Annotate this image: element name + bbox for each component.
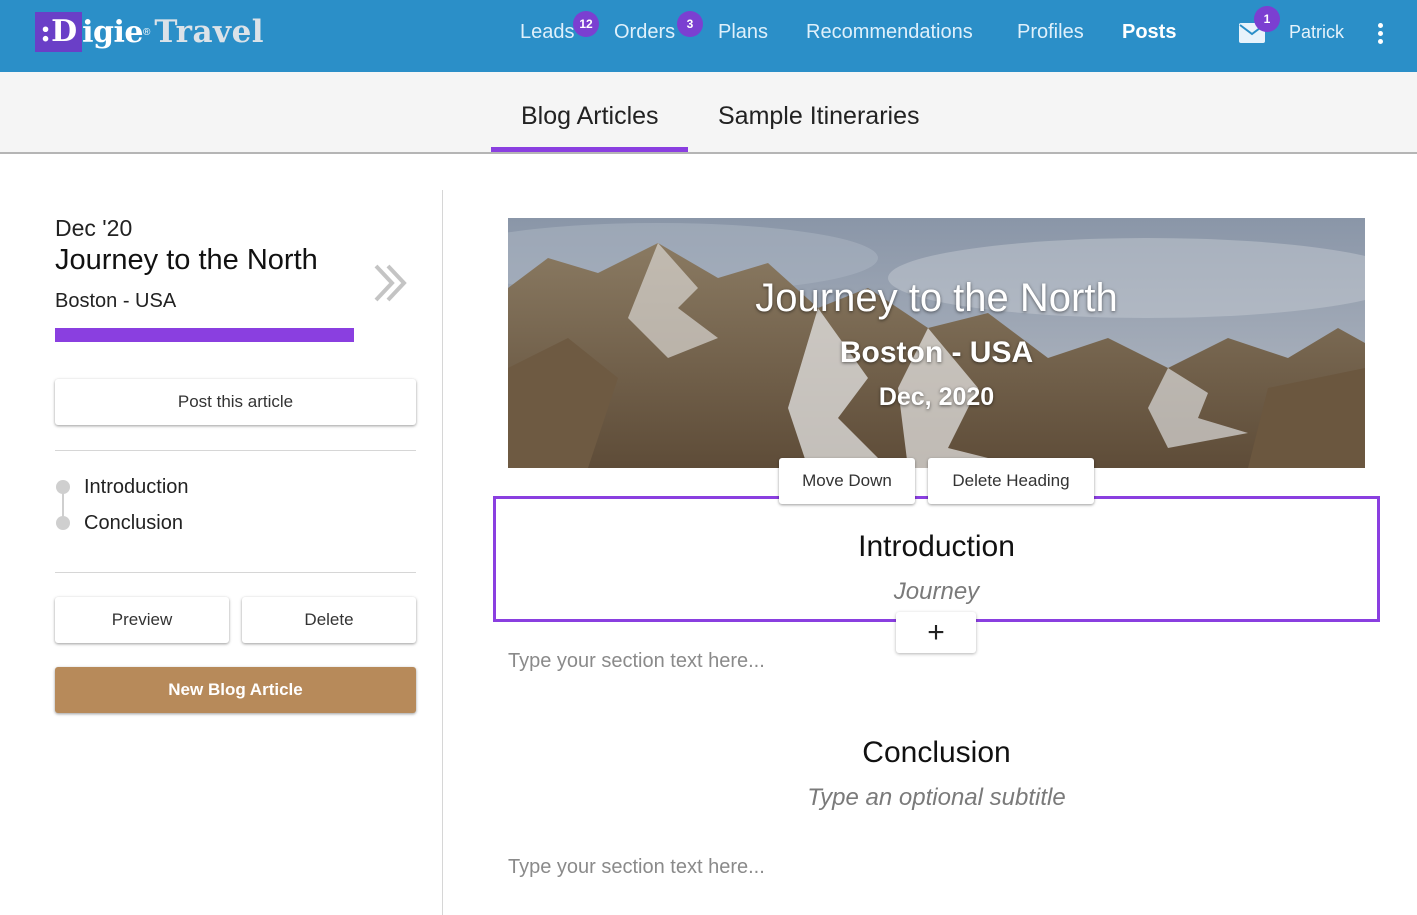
tab-blog-articles[interactable]: Blog Articles bbox=[521, 102, 659, 131]
section-subtitle-conclusion[interactable]: Type an optional subtitle bbox=[493, 784, 1380, 812]
logo-wordmark: igie bbox=[82, 14, 143, 50]
tab-sample-itineraries[interactable]: Sample Itineraries bbox=[718, 102, 919, 131]
logo-mark: :D bbox=[35, 12, 83, 52]
section-subtitle-introduction[interactable]: Journey bbox=[493, 578, 1380, 606]
logo-registered-mark: ® bbox=[142, 26, 151, 38]
new-blog-article-button[interactable]: New Blog Article bbox=[55, 667, 416, 713]
sidebar-divider bbox=[55, 450, 416, 451]
toc-item-conclusion[interactable]: Conclusion bbox=[84, 512, 183, 535]
sub-tab-bar: Blog Articles Sample Itineraries bbox=[0, 72, 1417, 154]
nav-leads[interactable]: Leads bbox=[520, 20, 575, 44]
sidebar-divider bbox=[55, 572, 416, 573]
nav-orders[interactable]: Orders bbox=[614, 20, 675, 44]
hero-location: Boston - USA bbox=[839, 336, 1034, 369]
section-text-introduction[interactable]: Type your section text here... bbox=[508, 650, 765, 673]
article-progress-bar bbox=[55, 328, 354, 342]
mail-count-badge: 1 bbox=[1254, 6, 1280, 32]
hero-image[interactable]: Journey to the North Boston - USA Dec, 2… bbox=[508, 218, 1365, 468]
section-heading-introduction[interactable]: Introduction bbox=[493, 530, 1380, 564]
article-date: Dec '20 bbox=[55, 215, 133, 241]
leads-count-badge: 12 bbox=[573, 11, 599, 37]
top-navigation-bar: :D igie ® Travel Leads 12 Orders 3 Plans… bbox=[0, 0, 1417, 72]
nav-profiles[interactable]: Profiles bbox=[1017, 20, 1084, 44]
preview-button[interactable]: Preview bbox=[55, 597, 229, 643]
toc-dot-icon bbox=[56, 480, 70, 494]
nav-plans[interactable]: Plans bbox=[718, 20, 768, 44]
post-article-button[interactable]: Post this article bbox=[55, 379, 416, 425]
article-title: Journey to the North bbox=[55, 244, 318, 276]
logo-travel-text: Travel bbox=[154, 14, 265, 50]
nav-posts[interactable]: Posts bbox=[1122, 20, 1176, 44]
article-location: Boston - USA bbox=[55, 290, 177, 312]
panel-divider bbox=[442, 190, 443, 915]
hero-date: Dec, 2020 bbox=[878, 383, 995, 411]
orders-count-badge: 3 bbox=[677, 11, 703, 37]
section-heading-conclusion[interactable]: Conclusion bbox=[493, 736, 1380, 770]
double-chevron-right-icon[interactable] bbox=[372, 262, 410, 304]
add-section-button[interactable]: + bbox=[896, 612, 976, 653]
user-name[interactable]: Patrick bbox=[1289, 22, 1344, 43]
app-logo[interactable]: :D igie ® Travel bbox=[35, 12, 264, 52]
toc-item-introduction[interactable]: Introduction bbox=[84, 476, 189, 499]
nav-recommendations[interactable]: Recommendations bbox=[806, 20, 973, 44]
more-options-icon[interactable] bbox=[1370, 20, 1390, 48]
active-tab-indicator bbox=[491, 147, 688, 152]
delete-heading-button[interactable]: Delete Heading bbox=[928, 458, 1094, 504]
toc-dot-icon bbox=[56, 516, 70, 530]
section-text-conclusion[interactable]: Type your section text here... bbox=[508, 856, 765, 879]
hero-title: Journey to the North bbox=[755, 276, 1118, 320]
move-down-button[interactable]: Move Down bbox=[779, 458, 915, 504]
delete-button[interactable]: Delete bbox=[242, 597, 416, 643]
